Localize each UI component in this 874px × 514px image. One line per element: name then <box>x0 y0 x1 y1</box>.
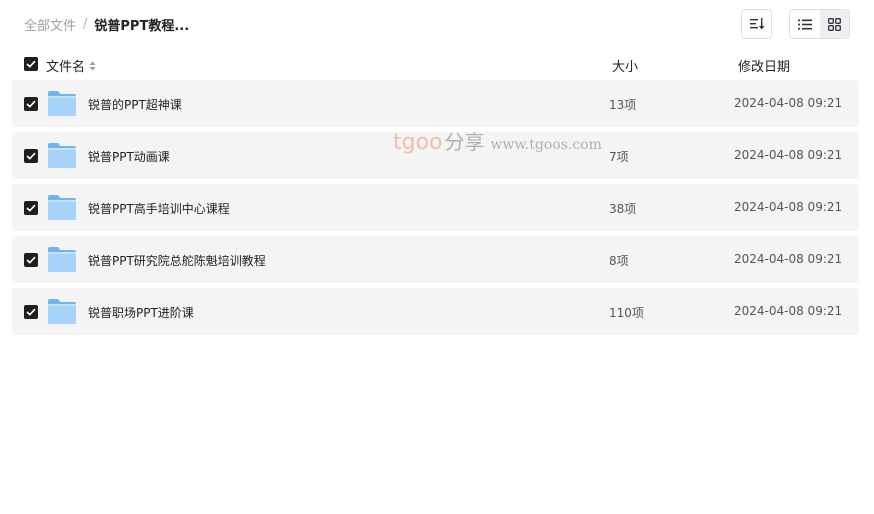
file-size: 38项 <box>609 202 637 216</box>
file-size: 8项 <box>609 254 629 268</box>
checkmark-icon <box>26 308 36 316</box>
folder-icon <box>48 195 76 220</box>
sort-icon <box>749 18 764 30</box>
file-modified-date: 2024-04-08 09:21 <box>734 252 843 266</box>
list-view-button[interactable] <box>790 10 820 38</box>
top-bar: 全部文件 / 锐普PPT教程... <box>0 0 874 48</box>
file-modified-date: 2024-04-08 09:21 <box>734 304 843 318</box>
watermark: tgoo 分享 www.tgoos.com <box>393 126 602 155</box>
grid-view-button[interactable] <box>819 10 849 38</box>
row-checkbox[interactable] <box>24 305 38 319</box>
file-list-header: 文件名 大小 修改日期 <box>12 52 859 76</box>
file-row[interactable]: 锐普PPT高手培训中心课程 38项 2024-04-08 09:21 <box>12 184 859 231</box>
file-name[interactable]: 锐普PPT动画课 <box>88 148 170 165</box>
file-row[interactable]: 锐普职场PPT进阶课 110项 2024-04-08 09:21 <box>12 288 859 335</box>
row-checkbox[interactable] <box>24 149 38 163</box>
file-modified-date: 2024-04-08 09:21 <box>734 96 843 110</box>
file-modified-date: 2024-04-08 09:21 <box>734 148 843 162</box>
column-header-modified[interactable]: 修改日期 <box>738 56 790 75</box>
folder-icon <box>48 247 76 272</box>
folder-icon <box>48 299 76 324</box>
sort-toggle-icon <box>89 61 96 70</box>
breadcrumb-separator: / <box>83 17 88 32</box>
checkmark-icon <box>26 204 36 212</box>
file-name[interactable]: 锐普PPT研究院总舵陈魁培训教程 <box>88 252 266 269</box>
checkmark-icon <box>26 100 36 108</box>
watermark-url: www.tgoos.com <box>490 137 602 153</box>
column-header-name-label: 文件名 <box>46 60 86 75</box>
column-header-size[interactable]: 大小 <box>612 56 638 75</box>
watermark-brand: tgoo <box>393 130 443 155</box>
select-all-checkbox[interactable] <box>24 57 38 71</box>
breadcrumb-root-link[interactable]: 全部文件 <box>24 15 76 34</box>
sort-button[interactable] <box>741 9 772 39</box>
checkmark-icon <box>26 152 36 160</box>
folder-icon <box>48 143 76 168</box>
file-name[interactable]: 锐普PPT高手培训中心课程 <box>88 200 230 217</box>
row-checkbox[interactable] <box>24 253 38 267</box>
file-name[interactable]: 锐普的PPT超神课 <box>88 96 182 113</box>
file-size: 13项 <box>609 98 637 112</box>
row-checkbox[interactable] <box>24 97 38 111</box>
file-name[interactable]: 锐普职场PPT进阶课 <box>88 304 194 321</box>
breadcrumb: 全部文件 / 锐普PPT教程... <box>24 15 189 34</box>
file-row[interactable]: 锐普的PPT超神课 13项 2024-04-08 09:21 <box>12 80 859 127</box>
list-view-icon <box>797 19 812 29</box>
row-checkbox[interactable] <box>24 201 38 215</box>
column-header-name[interactable]: 文件名 <box>46 56 96 75</box>
folder-icon <box>48 91 76 116</box>
view-toggle-group <box>789 9 850 39</box>
grid-view-icon <box>827 17 841 31</box>
checkmark-icon <box>26 256 36 264</box>
file-row[interactable]: 锐普PPT研究院总舵陈魁培训教程 8项 2024-04-08 09:21 <box>12 236 859 283</box>
file-size: 7项 <box>609 150 629 164</box>
checkmark-icon <box>26 60 36 68</box>
breadcrumb-current-folder: 锐普PPT教程... <box>94 19 190 34</box>
watermark-suffix: 分享 <box>444 130 485 154</box>
file-size: 110项 <box>609 306 644 320</box>
file-modified-date: 2024-04-08 09:21 <box>734 200 843 214</box>
